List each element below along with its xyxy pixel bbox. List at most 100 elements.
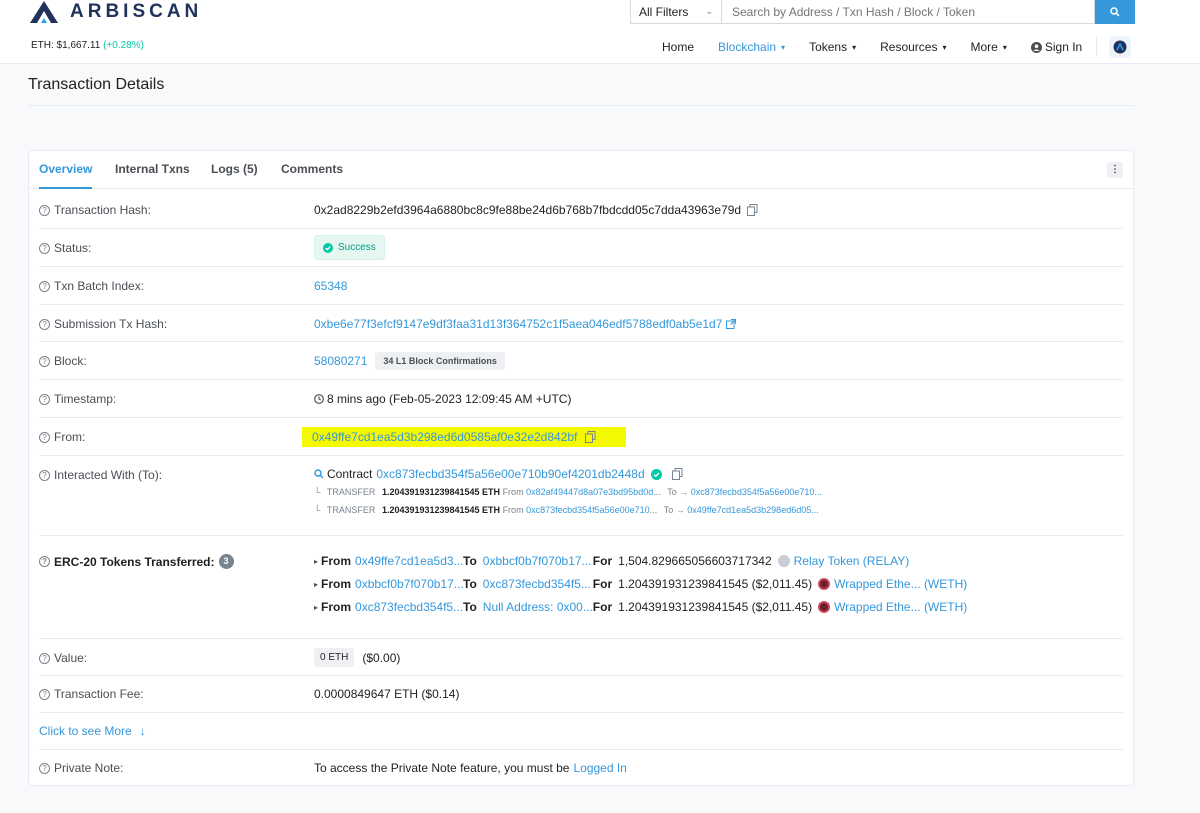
eth-price: ETH: $1,667.11 (+0.28%) <box>31 40 144 51</box>
fee-label-text: Transaction Fee: <box>54 687 144 701</box>
token-to-label: To <box>463 554 477 568</box>
block-label: ? Block: <box>39 354 87 368</box>
tab-logs[interactable]: Logs (5) <box>211 151 258 189</box>
token-name-link[interactable]: Relay Token (RELAY) <box>794 554 910 568</box>
copy-icon[interactable] <box>747 204 758 216</box>
nav-blockchain[interactable]: Blockchain ▾ <box>718 40 785 54</box>
token-from-label: From <box>321 554 352 568</box>
erc20-count-badge: 3 <box>218 554 234 569</box>
batch-link[interactable]: 65348 <box>314 279 347 293</box>
nav-resources-label: Resources <box>880 40 938 54</box>
chevron-down-icon: ▾ <box>1002 42 1007 52</box>
user-icon <box>1030 41 1042 53</box>
arrow-right-icon: → <box>679 487 689 497</box>
from-highlight: 0x49ffe7cd1ea5d3b298ed6d0585af0e32e2d842… <box>302 427 627 447</box>
network-switch-button[interactable] <box>1109 36 1132 58</box>
private-note-label: ? Private Note: <box>39 761 123 775</box>
search-button[interactable] <box>1095 0 1135 24</box>
eth-price-change: (+0.28%) <box>103 40 144 51</box>
nav-resources[interactable]: Resources ▾ <box>880 40 946 54</box>
logo[interactable]: ARBISCAN <box>28 0 202 24</box>
tree-branch-icon: └ <box>314 505 321 515</box>
from-address-link[interactable]: 0x49ffe7cd1ea5d3b298ed6d0585af0e32e2d842… <box>312 430 577 444</box>
tx-hash-label: ? Transaction Hash: <box>39 203 151 217</box>
private-note-text: To access the Private Note feature, you … <box>314 761 570 775</box>
tab-internal-txns[interactable]: Internal Txns <box>115 151 190 189</box>
token-to-link[interactable]: Null Address: 0x00... <box>483 600 593 614</box>
tx-hash-value: 0x2ad8229b2efd3964a6880bc8c9fe88be24d6b7… <box>314 203 758 217</box>
arrow-down-icon: ↓ <box>139 724 146 738</box>
see-more-toggle[interactable]: Click to see More ↓ <box>39 724 146 738</box>
token-for-label: For <box>592 554 613 568</box>
help-icon: ? <box>39 556 50 567</box>
token-from-link[interactable]: 0x49ffe7cd1ea5d3... <box>355 554 464 568</box>
confirmations-badge: 34 L1 Block Confirmations <box>375 352 505 370</box>
nav-home[interactable]: Home <box>662 40 694 54</box>
brand-name: ARBISCAN <box>70 1 203 22</box>
token-from-link[interactable]: 0xc873fecbd354f5... <box>355 600 463 614</box>
token-name-link[interactable]: Wrapped Ethe... (WETH) <box>834 577 967 591</box>
help-icon: ? <box>39 204 50 216</box>
token-name-link[interactable]: Wrapped Ethe... (WETH) <box>834 600 967 614</box>
chevron-down-icon: ▾ <box>852 42 857 52</box>
value-label: ? Value: <box>39 651 87 665</box>
token-to-link[interactable]: 0xc873fecbd354f5... <box>483 577 593 591</box>
token-amount: 1,504.829665056603717342 <box>618 554 772 568</box>
see-more-link[interactable]: Click to see More <box>39 724 132 738</box>
help-icon: ? <box>39 431 50 443</box>
transfer-to-link[interactable]: 0x49ffe7cd1ea5d3b298ed6d05... <box>687 505 818 515</box>
search-input[interactable] <box>722 0 1095 24</box>
page-title: Transaction Details <box>28 76 165 93</box>
nav-sign-in[interactable]: Sign In <box>1030 40 1082 54</box>
search-filter-select[interactable]: All Filters ⌄ <box>630 0 722 24</box>
transfer-to-link[interactable]: 0xc873fecbd354f5a56e00e710... <box>691 487 822 497</box>
tab-overview[interactable]: Overview <box>39 151 93 189</box>
caret-right-icon: ▸ <box>314 602 319 612</box>
submission-link[interactable]: 0xbe6e77f3efcf9147e9df3faa31d13f364752c1… <box>314 317 722 331</box>
row-transaction-hash: ? Transaction Hash: 0x2ad8229b2efd3964a6… <box>39 191 1123 229</box>
row-block: ? Block: 58080271 34 L1 Block Confirmati… <box>39 342 1123 380</box>
batch-label-text: Txn Batch Index: <box>54 279 145 293</box>
help-icon: ? <box>39 469 50 481</box>
from-label: ? From: <box>39 430 85 444</box>
token-to-link[interactable]: 0xbbcf0b7f070b17... <box>483 554 593 568</box>
transfer-amount: 1.204391931239841545 ETH <box>381 505 501 515</box>
chevron-down-icon: ▾ <box>781 42 786 52</box>
transfer-amount: 1.204391931239841545 ETH <box>381 487 501 497</box>
copy-icon[interactable] <box>671 468 683 480</box>
nav-more[interactable]: More ▾ <box>970 40 1006 54</box>
fee-label: ? Transaction Fee: <box>39 687 144 701</box>
more-options-button[interactable]: ⋮ <box>1107 162 1123 178</box>
caret-right-icon: ▸ <box>314 579 319 589</box>
login-link[interactable]: Logged In <box>573 761 626 775</box>
transfer-from-link[interactable]: 0xc873fecbd354f5a56e00e710... <box>526 505 657 515</box>
nav-blockchain-label: Blockchain <box>718 40 777 54</box>
tab-comments[interactable]: Comments <box>281 151 343 189</box>
token-from-link[interactable]: 0xbbcf0b7f070b17... <box>355 577 464 591</box>
row-erc20-transfers: ? ERC-20 Tokens Transferred: 3 ▸ From 0x… <box>39 536 1123 639</box>
from-label-text: From: <box>54 430 86 444</box>
nav-tokens[interactable]: Tokens ▾ <box>809 40 856 54</box>
internal-transfer-1: └ TRANSFER 1.204391931239841545 ETH From… <box>314 487 822 497</box>
tree-branch-icon: └ <box>314 487 321 497</box>
token-from-label: From <box>321 577 352 591</box>
help-icon: ? <box>39 652 50 664</box>
transfer-to-label: To <box>667 487 677 497</box>
contract-address-link[interactable]: 0xc873fecbd354f5a56e00e710b90ef4201db244… <box>376 467 644 481</box>
help-icon: ? <box>39 280 50 292</box>
tx-hash-label-text: Transaction Hash: <box>54 203 151 217</box>
weth-token-icon <box>818 578 831 590</box>
block-link[interactable]: 58080271 <box>314 354 367 368</box>
transfer-from-link[interactable]: 0x82af49447d8a07e3bd95bd0d... <box>526 487 661 497</box>
row-submission-hash: ? Submission Tx Hash: 0xbe6e77f3efcf9147… <box>39 305 1123 342</box>
transfer-tag: TRANSFER <box>326 487 376 497</box>
copy-icon[interactable] <box>585 431 596 443</box>
submission-value: 0xbe6e77f3efcf9147e9df3faa31d13f364752c1… <box>314 317 737 331</box>
tab-bar: Overview Internal Txns Logs (5) Comments… <box>29 151 1133 189</box>
eth-price-label: ETH: $1,667.11 <box>31 40 101 51</box>
main-nav: Home Blockchain ▾ Tokens ▾ Resources ▾ M… <box>662 36 1132 58</box>
tx-hash-text: 0x2ad8229b2efd3964a6880bc8c9fe88be24d6b7… <box>314 203 742 217</box>
external-link-icon[interactable] <box>726 319 737 329</box>
nav-divider <box>1096 37 1098 57</box>
transfer-from-label: From <box>502 505 524 515</box>
